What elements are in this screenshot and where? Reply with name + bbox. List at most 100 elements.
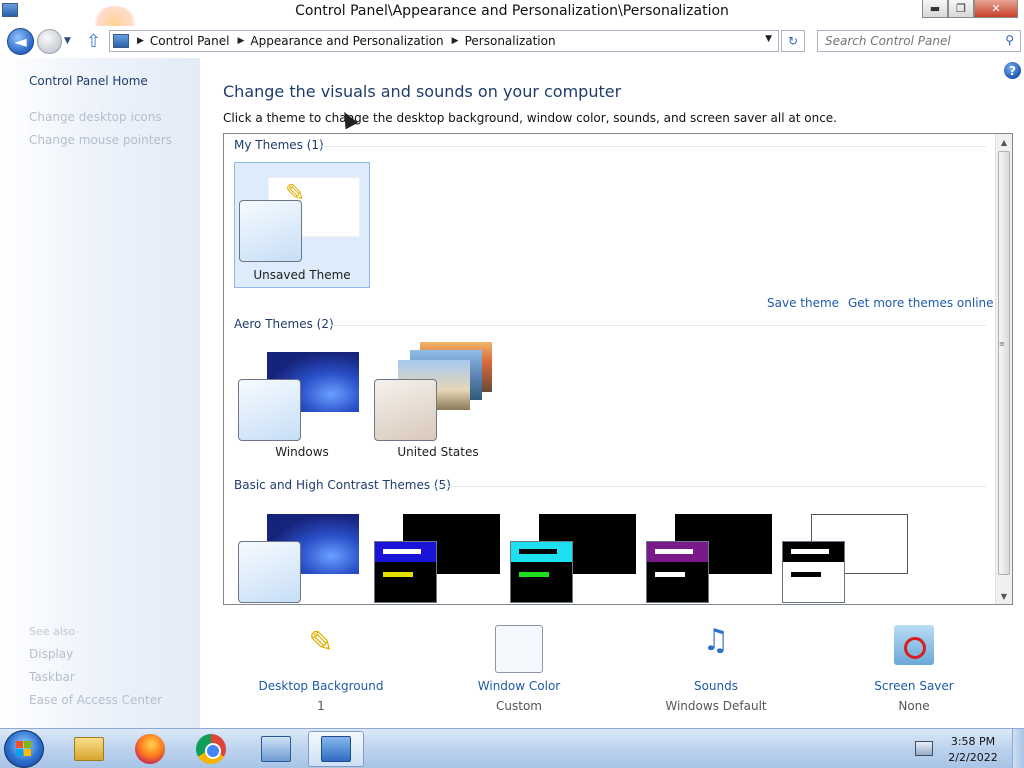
see-also-heading: See also (29, 625, 76, 638)
refresh-button[interactable]: ↻ (781, 30, 805, 52)
breadcrumb-separator[interactable]: ▶ (452, 36, 459, 46)
theme-window-thumbnail (782, 541, 845, 603)
breadcrumb-appearance[interactable]: Appearance and Personalization (250, 34, 443, 48)
text-swatch (519, 549, 557, 554)
text-swatch (791, 549, 829, 554)
theme-high-contrast-white[interactable] (778, 502, 914, 604)
theme-window-thumbnail (238, 541, 301, 603)
theme-windows[interactable]: Windows (234, 340, 370, 466)
network-computer-icon (261, 736, 291, 762)
scroll-grip-icon: ≡ (999, 340, 1005, 348)
scroll-down-arrow-icon[interactable]: ▼ (996, 588, 1012, 604)
taskbar-link[interactable]: Taskbar (29, 670, 75, 684)
folder-icon (74, 737, 104, 761)
control-panel-home-link[interactable]: Control Panel Home (29, 74, 148, 88)
window-color-swatch[interactable] (495, 625, 543, 673)
display-link[interactable]: Display (29, 647, 73, 661)
forward-button[interactable] (37, 29, 62, 54)
show-desktop-button[interactable] (1012, 729, 1024, 768)
desktop-background-value: 1 (317, 699, 325, 713)
help-icon[interactable]: ? (1004, 62, 1021, 79)
no-symbol-icon (904, 637, 926, 659)
screen-saver-value: None (898, 699, 930, 713)
search-box[interactable]: ⚲ (817, 30, 1021, 52)
page-subtitle: Click a theme to change the desktop back… (223, 111, 837, 125)
screen-saver-icon[interactable] (894, 625, 934, 665)
gallery-scrollbar[interactable]: ▲ ≡ ▼ (995, 134, 1012, 604)
main-content: ? Change the visuals and sounds on your … (200, 58, 1024, 728)
change-mouse-pointers-link[interactable]: Change mouse pointers (29, 133, 172, 147)
window-color-link[interactable]: Window Color (439, 679, 599, 693)
taskbar-firefox[interactable] (122, 731, 178, 767)
system-clock[interactable]: 3:58 PM 2/2/2022 (944, 734, 1002, 766)
text-swatch (383, 549, 421, 554)
close-button[interactable]: ✕ (974, 0, 1018, 18)
group-divider (320, 146, 986, 147)
search-icon[interactable]: ⚲ (1005, 33, 1014, 47)
aero-themes-heading: Aero Themes (2) (234, 317, 334, 331)
ease-of-access-link[interactable]: Ease of Access Center (29, 693, 162, 707)
breadcrumb-control-panel[interactable]: Control Panel (150, 34, 230, 48)
theme-window-thumbnail (646, 541, 709, 603)
sounds-link[interactable]: Sounds (636, 679, 796, 693)
clock-date: 2/2/2022 (948, 751, 998, 764)
scroll-up-arrow-icon[interactable]: ▲ (996, 134, 1012, 150)
taskbar-chrome[interactable] (183, 731, 239, 767)
screen-saver-link[interactable]: Screen Saver (834, 679, 994, 693)
recent-pages-dropdown[interactable]: ▼ (64, 36, 71, 46)
change-desktop-icons-link[interactable]: Change desktop icons (29, 110, 162, 124)
theme-windows-basic[interactable] (234, 502, 370, 604)
taskbar-network[interactable] (248, 731, 304, 767)
up-arrow-icon[interactable]: ⇧ (86, 31, 101, 52)
text-swatch (655, 549, 693, 554)
theme-window-thumbnail (510, 541, 573, 603)
taskbar-control-panel[interactable] (308, 731, 364, 767)
control-panel-icon (321, 736, 351, 762)
music-notes-icon[interactable]: ♫ (703, 623, 730, 658)
save-theme-link[interactable]: Save theme (767, 296, 839, 310)
scroll-thumb[interactable] (998, 151, 1010, 575)
paintbrush-icon[interactable]: ✎ (308, 625, 333, 660)
text-swatch (519, 572, 549, 577)
theme-label: United States (397, 445, 479, 459)
theme-window-thumbnail (374, 541, 437, 603)
text-swatch (655, 572, 685, 577)
title-bar: Control Panel\Appearance and Personaliza… (0, 0, 1024, 42)
windows-logo-icon (16, 741, 32, 757)
window-color-value: Custom (496, 699, 542, 713)
breadcrumb-personalization[interactable]: Personalization (465, 34, 556, 48)
window-controls: ▬ ❐ ✕ (922, 0, 1018, 18)
breadcrumb-separator[interactable]: ▶ (238, 36, 245, 46)
text-swatch (383, 572, 413, 577)
chrome-icon (196, 734, 226, 764)
theme-label: Unsaved Theme (253, 268, 351, 282)
theme-unsaved[interactable]: ✎ Unsaved Theme (234, 162, 370, 288)
address-dropdown-icon[interactable]: ▼ (765, 34, 772, 44)
text-swatch (791, 572, 821, 577)
restore-button[interactable]: ❐ (948, 0, 974, 18)
basic-themes-heading: Basic and High Contrast Themes (5) (234, 478, 451, 492)
address-bar[interactable]: ▶ Control Panel ▶ Appearance and Persona… (109, 30, 779, 52)
desktop-background-link[interactable]: Desktop Background (241, 679, 401, 693)
theme-united-states[interactable]: United States (370, 340, 506, 466)
clock-time: 3:58 PM (950, 735, 996, 748)
back-button[interactable]: ◄ (7, 28, 34, 55)
get-more-themes-link[interactable]: Get more themes online (848, 296, 994, 310)
search-input[interactable] (825, 31, 1000, 51)
breadcrumb-separator[interactable]: ▶ (137, 36, 144, 46)
theme-high-contrast-2[interactable] (506, 502, 642, 604)
theme-high-contrast-1[interactable] (370, 502, 506, 604)
taskbar: 3:58 PM 2/2/2022 (0, 728, 1024, 768)
start-button[interactable] (4, 730, 44, 768)
control-panel-icon (113, 34, 129, 48)
taskbar-explorer[interactable] (61, 731, 117, 767)
theme-high-contrast-black[interactable] (642, 502, 778, 604)
theme-window-thumbnail (238, 379, 301, 441)
theme-label: Windows (275, 445, 329, 459)
minimize-button[interactable]: ▬ (922, 0, 948, 18)
theme-window-thumbnail (239, 200, 302, 262)
navigation-bar: ◄ ▼ ⇧ ▶ Control Panel ▶ Appearance and P… (0, 26, 1024, 58)
action-center-icon[interactable] (915, 741, 933, 756)
theme-gallery[interactable]: My Themes (1) ✎ Unsaved Theme Save theme… (223, 133, 1013, 605)
theme-window-thumbnail (374, 379, 437, 441)
